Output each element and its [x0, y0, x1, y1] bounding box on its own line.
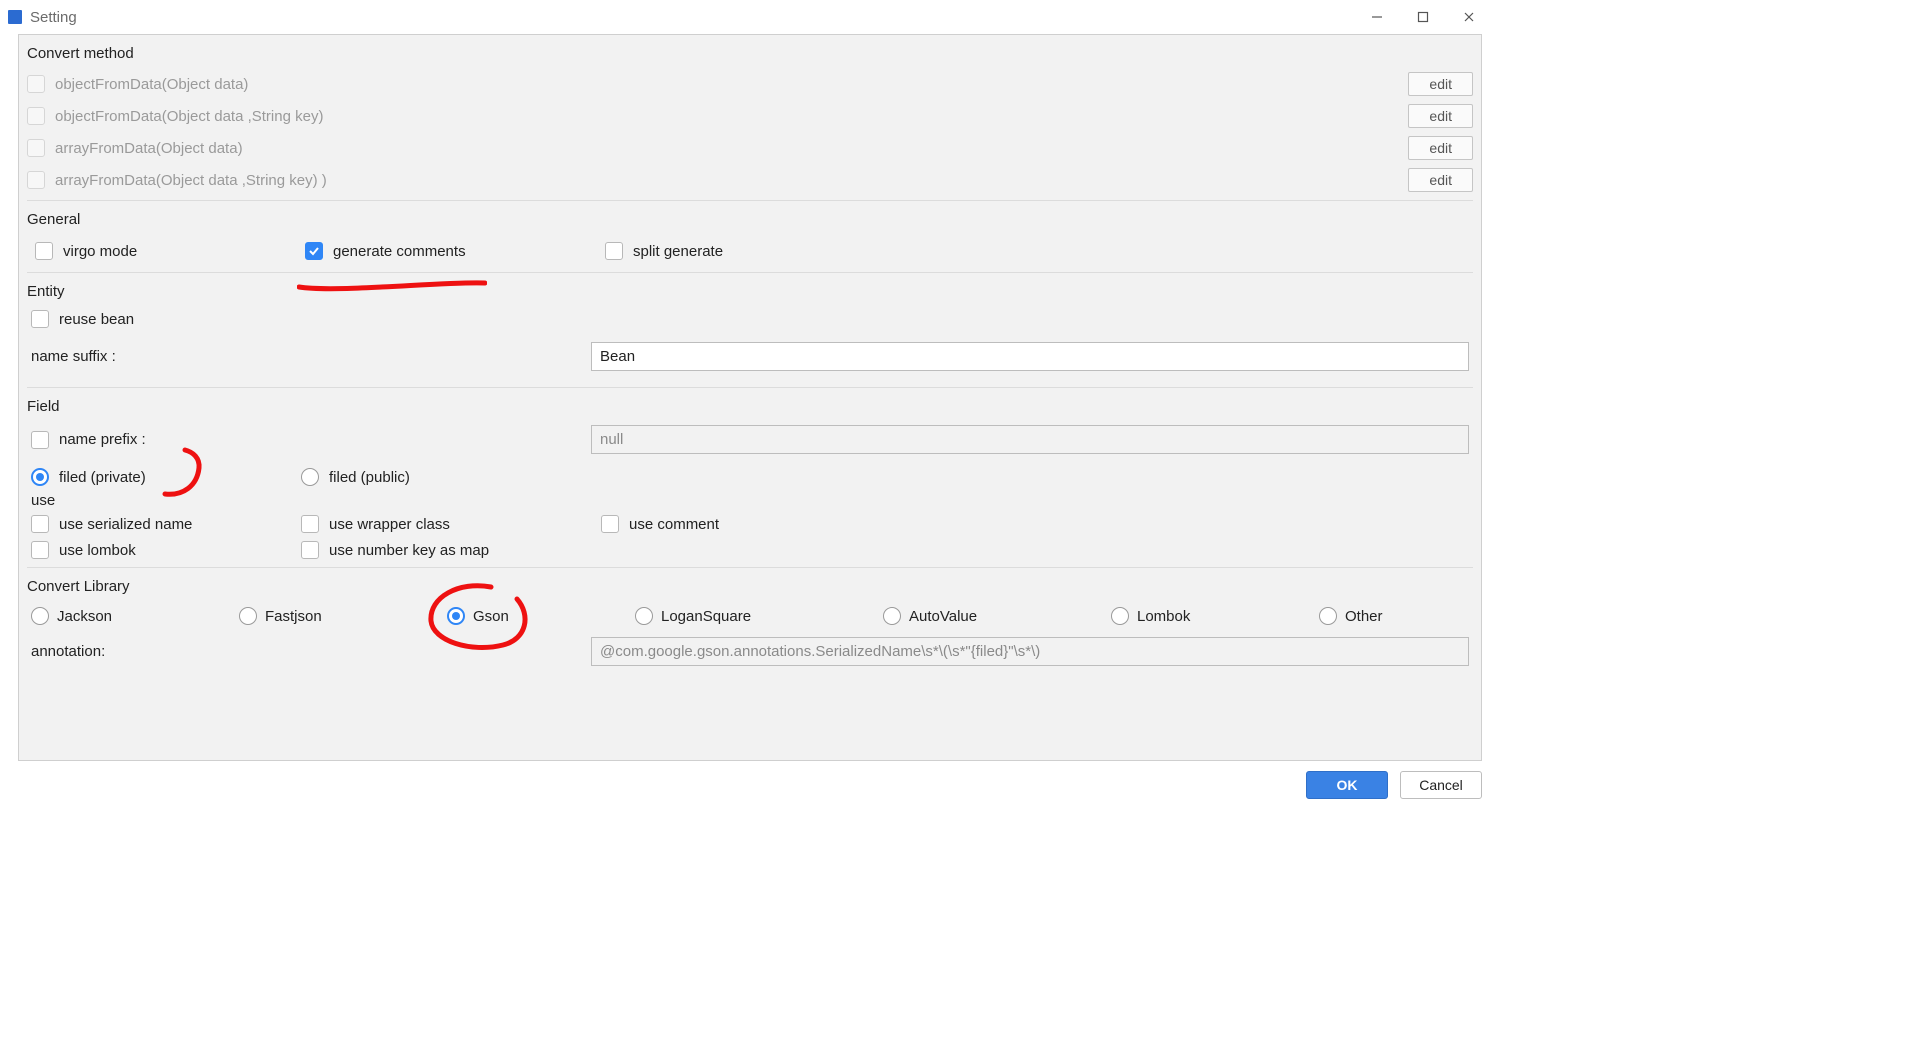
general-grid: virgo mode generate comments split gener… — [27, 234, 1473, 268]
content: Convert method objectFromData(Object dat… — [0, 34, 1500, 811]
annotation-label: annotation: — [31, 643, 591, 660]
split-generate-checkbox[interactable] — [605, 242, 623, 260]
name-suffix-label: name suffix : — [31, 348, 591, 365]
use-subtitle: use — [27, 490, 1473, 511]
method-label: arrayFromData(Object data) — [55, 140, 1398, 157]
section-title-entity-text: Entity — [27, 283, 65, 300]
window-close-button[interactable] — [1446, 2, 1492, 32]
name-prefix-label: name prefix : — [59, 431, 146, 448]
method-row: objectFromData(Object data ,String key) … — [27, 100, 1473, 132]
settings-window: Setting Convert method objectFromData(Ob… — [0, 0, 1500, 811]
method-edit-button[interactable]: edit — [1408, 136, 1473, 160]
use-lombok-label: use lombok — [59, 542, 136, 559]
method-checkbox[interactable] — [27, 171, 45, 189]
library-other-label: Other — [1345, 608, 1383, 625]
field-public-radio[interactable] — [301, 468, 319, 486]
reuse-bean-option: reuse bean — [27, 306, 1473, 332]
app-icon — [8, 10, 22, 24]
use-serialized-name-label: use serialized name — [59, 516, 192, 533]
section-title-convert-method: Convert method — [27, 41, 1473, 68]
library-gson-radio[interactable] — [447, 607, 465, 625]
use-lombok-checkbox[interactable] — [31, 541, 49, 559]
window-minimize-button[interactable] — [1354, 2, 1400, 32]
generate-comments-checkbox[interactable] — [305, 242, 323, 260]
method-label: objectFromData(Object data) — [55, 76, 1398, 93]
titlebar: Setting — [0, 0, 1500, 34]
dialog-footer: OK Cancel — [18, 761, 1482, 811]
divider — [27, 567, 1473, 568]
library-fastjson-radio[interactable] — [239, 607, 257, 625]
use-serialized-name-checkbox[interactable] — [31, 515, 49, 533]
virgo-mode-label: virgo mode — [63, 243, 137, 260]
field-scope-row: filed (private) filed (public) — [27, 464, 1473, 490]
method-checkbox[interactable] — [27, 107, 45, 125]
library-jackson-radio[interactable] — [31, 607, 49, 625]
library-autovalue-label: AutoValue — [909, 608, 977, 625]
library-gson-label: Gson — [473, 608, 509, 625]
section-title-convert-library: Convert Library — [27, 574, 1473, 601]
library-fastjson-label: Fastjson — [265, 608, 322, 625]
method-checkbox[interactable] — [27, 139, 45, 157]
convert-method-list: objectFromData(Object data) edit objectF… — [27, 68, 1473, 196]
use-wrapper-class-label: use wrapper class — [329, 516, 450, 533]
split-generate-option: split generate — [601, 238, 1469, 264]
use-number-key-as-map-label: use number key as map — [329, 542, 489, 559]
ok-button[interactable]: OK — [1306, 771, 1388, 799]
use-wrapper-class-checkbox[interactable] — [301, 515, 319, 533]
name-suffix-input[interactable] — [591, 342, 1469, 371]
annotation-input[interactable] — [591, 637, 1469, 666]
use-comment-label: use comment — [629, 516, 719, 533]
name-prefix-input[interactable] — [591, 425, 1469, 454]
name-prefix-row: name prefix : — [27, 421, 1473, 458]
method-checkbox[interactable] — [27, 75, 45, 93]
generate-comments-option: generate comments — [301, 238, 591, 264]
method-row: arrayFromData(Object data ,String key) )… — [27, 164, 1473, 196]
section-title-general: General — [27, 207, 1473, 234]
use-number-key-as-map-checkbox[interactable] — [301, 541, 319, 559]
name-prefix-checkbox[interactable] — [31, 431, 49, 449]
field-public-label: filed (public) — [329, 469, 410, 486]
library-autovalue-radio[interactable] — [883, 607, 901, 625]
library-other-radio[interactable] — [1319, 607, 1337, 625]
library-logansquare-label: LoganSquare — [661, 608, 751, 625]
method-row: objectFromData(Object data) edit — [27, 68, 1473, 100]
divider — [27, 272, 1473, 273]
library-lombok-radio[interactable] — [1111, 607, 1129, 625]
cancel-button[interactable]: Cancel — [1400, 771, 1482, 799]
use-options-row2: use lombok use number key as map — [27, 537, 1473, 563]
method-label: objectFromData(Object data ,String key) — [55, 108, 1398, 125]
name-suffix-row: name suffix : — [27, 338, 1473, 375]
method-edit-button[interactable]: edit — [1408, 72, 1473, 96]
annotation-row: annotation: — [27, 633, 1473, 670]
generate-comments-label: generate comments — [333, 243, 466, 260]
divider — [27, 200, 1473, 201]
reuse-bean-label: reuse bean — [59, 311, 134, 328]
method-label: arrayFromData(Object data ,String key) ) — [55, 172, 1398, 189]
virgo-mode-option: virgo mode — [31, 238, 291, 264]
library-options-row: Jackson Fastjson Gson LoganSquare — [27, 601, 1473, 627]
reuse-bean-checkbox[interactable] — [31, 310, 49, 328]
virgo-mode-checkbox[interactable] — [35, 242, 53, 260]
split-generate-label: split generate — [633, 243, 723, 260]
library-jackson-label: Jackson — [57, 608, 112, 625]
divider — [27, 387, 1473, 388]
section-title-entity: Entity — [27, 279, 1473, 306]
library-lombok-label: Lombok — [1137, 608, 1190, 625]
field-private-label: filed (private) — [59, 469, 146, 486]
annotation-underline-icon — [297, 275, 487, 295]
use-options-row1: use serialized name use wrapper class us… — [27, 511, 1473, 537]
window-maximize-button[interactable] — [1400, 2, 1446, 32]
section-title-field: Field — [27, 394, 1473, 421]
method-edit-button[interactable]: edit — [1408, 104, 1473, 128]
method-row: arrayFromData(Object data) edit — [27, 132, 1473, 164]
window-title: Setting — [30, 9, 77, 26]
use-comment-checkbox[interactable] — [601, 515, 619, 533]
field-private-radio[interactable] — [31, 468, 49, 486]
method-edit-button[interactable]: edit — [1408, 168, 1473, 192]
library-logansquare-radio[interactable] — [635, 607, 653, 625]
settings-panel: Convert method objectFromData(Object dat… — [18, 34, 1482, 761]
